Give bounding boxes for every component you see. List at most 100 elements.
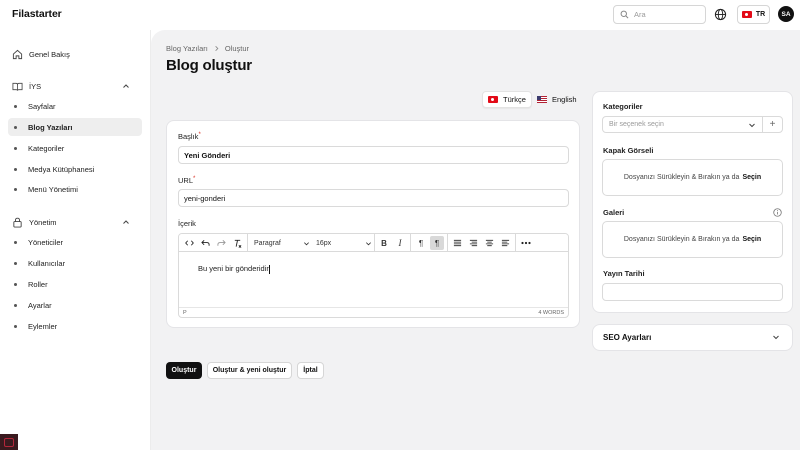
debug-toolbar-icon[interactable]: [0, 434, 18, 450]
sidebar: Genel Bakış İYS Sayfalar Blog Yazıları K…: [0, 30, 151, 450]
info-icon[interactable]: [773, 208, 782, 217]
align-right-icon: [469, 239, 477, 247]
align-center-icon: [485, 239, 493, 247]
book-icon: [12, 82, 23, 91]
undo-icon: [200, 239, 210, 246]
language-code: TR: [755, 11, 766, 18]
paragraph-select[interactable]: Paragraf: [251, 236, 313, 250]
sidebar-group-label: İYS: [29, 81, 42, 91]
toolbar-divider: [515, 234, 516, 252]
align-right-button[interactable]: [467, 236, 479, 250]
categories-select[interactable]: Bir seçenek seçin +: [602, 116, 783, 133]
publish-date-label: Yayın Tarihi: [603, 269, 645, 278]
sidebar-item-menu-management[interactable]: Menü Yönetimi: [8, 180, 142, 198]
toolbar-divider: [374, 234, 375, 252]
cover-image-dropzone[interactable]: Dosyanızı Sürükleyin & Bırakın ya da Seç…: [602, 159, 783, 196]
chevron-down-icon: [366, 241, 371, 245]
url-input[interactable]: yeni-gonderi: [178, 189, 569, 207]
sidebar-item-label: Kategoriler: [28, 143, 65, 153]
bold-button[interactable]: B: [378, 236, 390, 250]
locale-tab-english[interactable]: English: [532, 91, 582, 108]
rtl-button[interactable]: ¶: [430, 236, 444, 250]
sidebar-item-label: Genel Bakış: [29, 49, 70, 59]
sidebar-item-users[interactable]: Kullanıcılar: [8, 254, 142, 272]
top-bar: Filastarter Ara TR SA: [0, 0, 800, 30]
chevron-down-icon: [749, 123, 755, 128]
redo-button[interactable]: [215, 236, 227, 250]
sidebar-group-label: Yönetim: [29, 217, 57, 227]
bullet-icon: [14, 262, 17, 265]
gallery-dropzone[interactable]: Dosyanızı Sürükleyin & Bırakın ya da Seç…: [602, 221, 783, 258]
sidebar-item-pages[interactable]: Sayfalar: [8, 97, 142, 115]
sidebar-item-actions[interactable]: Eylemler: [8, 317, 142, 335]
sidebar-item-settings[interactable]: Ayarlar: [8, 296, 142, 314]
sidebar-item-roles[interactable]: Roller: [8, 275, 142, 293]
bullet-icon: [14, 188, 17, 191]
sidebar-item-media-library[interactable]: Medya Kütüphanesi: [8, 160, 142, 178]
sidebar-item-admins[interactable]: Yöneticiler: [8, 233, 142, 251]
bullet-icon: [14, 325, 17, 328]
chevron-up-icon[interactable]: [122, 82, 130, 90]
sidebar-item-blog-posts[interactable]: Blog Yazıları: [8, 118, 142, 136]
chevron-up-icon[interactable]: [122, 218, 130, 226]
sidebar-item-label: Menü Yönetimi: [28, 184, 78, 194]
breadcrumb-current: Oluştur: [224, 44, 250, 53]
cancel-button[interactable]: İptal: [297, 362, 324, 379]
sidebar-item-dashboard[interactable]: Genel Bakış: [8, 45, 142, 63]
editor-statusbar: P 4 WORDS: [179, 307, 568, 317]
lock-icon: [13, 217, 22, 228]
search-input[interactable]: Ara: [613, 5, 706, 24]
user-avatar[interactable]: SA: [778, 6, 794, 22]
home-icon: [12, 49, 23, 59]
align-center-button[interactable]: [483, 236, 495, 250]
brand-logo[interactable]: Filastarter: [12, 8, 62, 20]
sidebar-item-label: Kullanıcılar: [28, 258, 66, 268]
globe-icon[interactable]: [714, 8, 727, 21]
undo-button[interactable]: [199, 236, 211, 250]
word-count[interactable]: 4 WORDS: [538, 310, 564, 316]
sidebar-item-label: Sayfalar: [28, 101, 56, 111]
text-caret: [268, 264, 270, 274]
align-left-button[interactable]: [499, 236, 511, 250]
toolbar-divider: [447, 234, 448, 252]
sidebar-group-admin[interactable]: Yönetim: [8, 213, 142, 231]
breadcrumb-link[interactable]: Blog Yazıları: [166, 44, 208, 53]
content-label: İçerik: [178, 219, 196, 228]
bullet-icon: [14, 105, 17, 108]
breadcrumb: Blog Yazıları Oluştur: [166, 44, 249, 53]
create-button[interactable]: Oluştur: [166, 362, 202, 379]
publish-date-input[interactable]: [602, 283, 783, 301]
italic-button[interactable]: I: [394, 236, 406, 250]
dropzone-browse-link[interactable]: Seçin: [742, 236, 761, 243]
title-label: Başlık*: [178, 132, 201, 141]
editor-content[interactable]: Bu yeni bir gönderidir: [198, 264, 270, 274]
locale-tab-turkish[interactable]: Türkçe: [482, 91, 532, 108]
locale-label: Türkçe: [503, 95, 526, 104]
code-view-button[interactable]: [183, 236, 195, 250]
clear-format-icon: [234, 239, 241, 248]
sidebar-item-label: Medya Kütüphanesi: [28, 164, 95, 174]
sidebar-group-cms[interactable]: İYS: [8, 77, 142, 95]
dropzone-browse-link[interactable]: Seçin: [742, 174, 761, 181]
align-left-icon: [501, 239, 509, 247]
rich-text-editor[interactable]: Paragraf 16px B I ¶ ¶ Bu yeni bir gönder…: [178, 233, 569, 318]
chevron-down-icon[interactable]: [772, 333, 780, 341]
title-input[interactable]: Yeni Gönderi: [178, 146, 569, 164]
search-placeholder: Ara: [634, 10, 646, 19]
font-size-select[interactable]: 16px: [313, 236, 375, 250]
more-button[interactable]: [519, 236, 533, 250]
categories-placeholder: Bir seçenek seçin: [609, 121, 664, 128]
ltr-button[interactable]: ¶: [414, 236, 428, 250]
more-icon: [521, 241, 531, 245]
sidebar-item-label: Ayarlar: [28, 300, 52, 310]
sidebar-item-categories[interactable]: Kategoriler: [8, 139, 142, 157]
seo-settings-title[interactable]: SEO Ayarları: [603, 333, 651, 342]
element-path[interactable]: P: [183, 310, 187, 316]
clear-format-button[interactable]: [231, 236, 243, 250]
add-category-button[interactable]: +: [762, 117, 782, 132]
language-switcher[interactable]: TR: [737, 5, 770, 24]
create-another-button[interactable]: Oluştur & yeni oluştur: [207, 362, 292, 379]
title-label-text: Başlık: [178, 132, 199, 141]
page-title: Blog oluştur: [166, 57, 252, 74]
justify-button[interactable]: [451, 236, 463, 250]
